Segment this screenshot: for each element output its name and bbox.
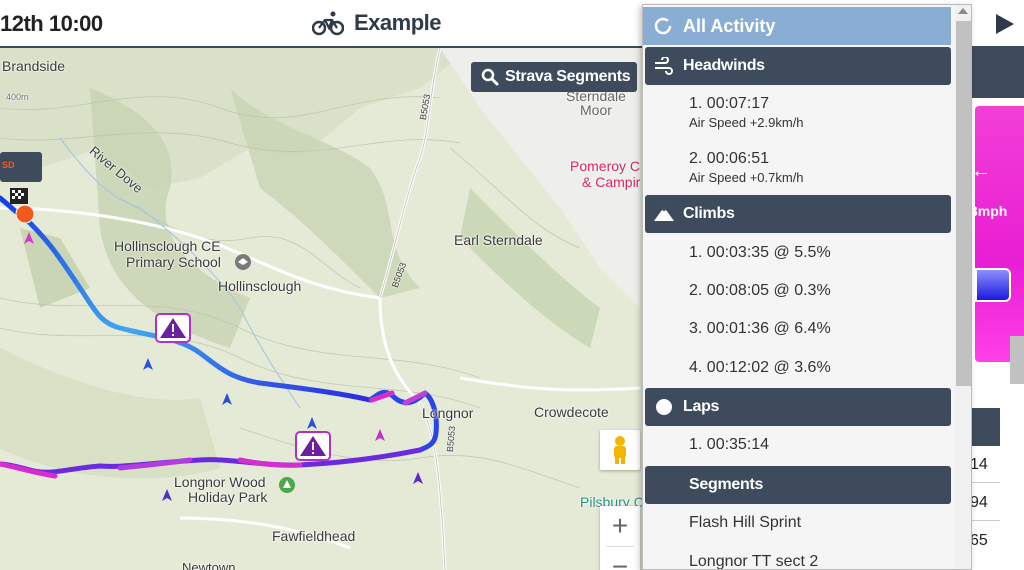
activity-title-group: Example [312,10,442,36]
bicycle-icon [312,11,344,36]
wind-speed-unit: 3mph [970,203,1008,219]
section-header-laps: Laps [645,388,951,426]
zoom-control: + − [600,506,640,570]
lap-item-1[interactable]: 1. 00:35:14 [689,436,769,454]
panel-scrollbar[interactable] [1010,336,1024,384]
place-sterndale-moor-2: Moor [580,102,612,118]
place-pomeroy-2: & Campir [582,174,641,190]
strava-segments-label: Strava Segments [505,68,631,85]
activity-date: 12th 10:00 [0,11,103,36]
section-header-climbs: Climbs [645,195,951,233]
headwind-item-1-sub: Air Speed +2.9km/h [689,115,804,130]
wind-icon [655,57,673,75]
place-fawfieldhead: Fawfieldhead [272,528,356,544]
place-earl-sterndale: Earl Sterndale [454,232,543,248]
mountain-icon [654,207,674,221]
place-hollinsclough-school-1: Hollinsclough CE [114,238,221,254]
start-marker-label: SD [2,160,15,170]
street-view-pegman[interactable] [600,430,640,470]
zoom-out-button[interactable]: − [600,547,640,570]
wind-arrow-icon: ← [971,160,991,182]
play-icon[interactable] [990,10,1018,38]
climb-item-3[interactable]: 3. 00:01:36 @ 6.4% [689,320,831,338]
panel-value-3: 65 [970,532,988,549]
segment-item-2[interactable]: Longnor TT sect 2 [689,553,818,569]
circle-outline-icon [654,17,672,35]
place-longnor-wood-2: Holiday Park [188,489,268,505]
activity-title: Example [354,10,442,35]
place-brandside: Brandside [2,58,66,74]
place-hollinsclough-school-2: Primary School [126,254,221,270]
search-icon [481,68,499,86]
segment-item-1[interactable]: Flash Hill Sprint [689,514,801,532]
dropdown-scrollbar-thumb[interactable] [956,21,971,386]
place-hollinsclough: Hollinsclough [218,278,302,294]
headwind-item-2-time[interactable]: 2. 00:06:51 [689,150,769,168]
climb-item-2[interactable]: 2. 00:08:05 @ 0.3% [689,282,831,300]
app-root: Brandside River Dove Hollinsclough CE Pr… [0,0,1024,570]
panel-value-1: 14 [970,456,988,473]
zoom-in-button[interactable]: + [600,506,640,546]
contour-label: 400m [6,92,29,102]
pegman-icon [614,436,626,464]
all-activity-label: All Activity [683,15,776,36]
strava-segments-button[interactable]: Strava Segments [471,62,637,92]
section-header-segments: Segments [645,466,951,504]
laps-label: Laps [683,398,720,415]
headwind-item-1-time[interactable]: 1. 00:07:17 [689,95,769,113]
headwinds-label: Headwinds [683,57,765,74]
place-crowdecote: Crowdecote [534,404,609,420]
wind-gauge [975,106,1024,362]
climb-item-4[interactable]: 4. 00:12:02 @ 3.6% [689,359,831,377]
section-header-headwinds: Headwinds [645,47,951,85]
panel-value-2: 94 [970,494,988,511]
headwind-item-2-sub: Air Speed +0.7km/h [689,170,804,185]
place-longnor: Longnor [422,405,474,421]
climb-item-1[interactable]: 1. 00:03:35 @ 5.5% [689,244,831,262]
activity-section-dropdown: All Activity Headwinds 1. 00:07:17 Air S… [642,4,972,570]
place-newtown: Newtown [182,560,236,570]
menu-item-all-activity[interactable]: All Activity [643,7,951,45]
scroll-up-icon[interactable] [958,8,968,14]
filled-circle-icon [656,399,672,415]
place-longnor-wood-1: Longnor Wood [174,474,266,490]
place-pomeroy-1: Pomeroy C [570,158,641,174]
climbs-label: Climbs [683,205,735,222]
segments-label: Segments [689,476,764,493]
wind-bar [975,268,1011,302]
